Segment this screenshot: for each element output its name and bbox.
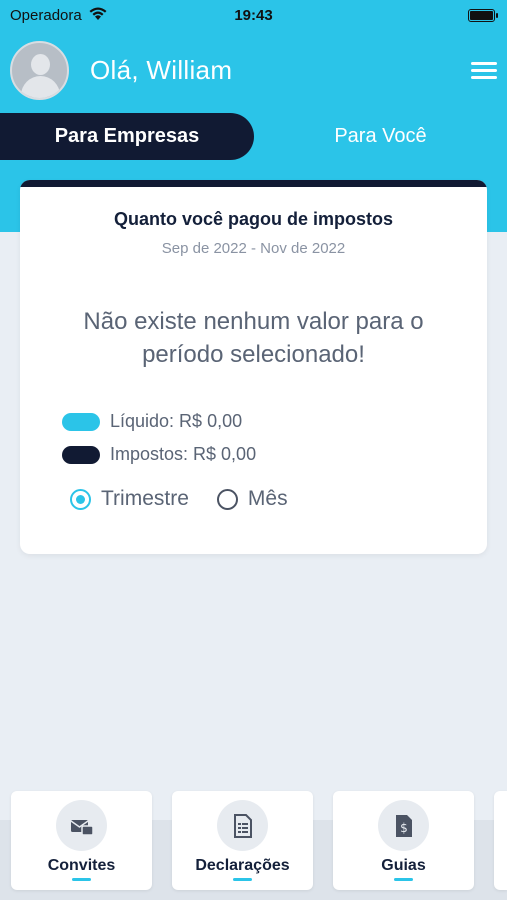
shortcut-label: Guias	[381, 857, 426, 874]
document-icon	[217, 800, 268, 851]
empty-message: Não existe nenhum valor para o período s…	[83, 308, 424, 368]
card-top-bar	[20, 180, 487, 187]
legend-item-liquido: Líquido: R$ 0,00	[62, 405, 487, 438]
radio-checked-icon[interactable]	[70, 488, 91, 510]
shortcut-convites[interactable]: Convites	[11, 791, 152, 890]
shortcut-label: Declarações	[195, 857, 290, 874]
status-left: Operadora	[10, 6, 108, 25]
greeting-text: Olá, William	[90, 54, 233, 85]
legend-label: Impostos: R$ 0,00	[110, 444, 257, 464]
carrier-label: Operadora	[10, 6, 82, 24]
battery-icon	[468, 8, 498, 22]
legend-swatch-liquido	[62, 412, 100, 431]
legend-label: Líquido: R$ 0,00	[110, 411, 243, 431]
shortcut-guias[interactable]: $ Guias	[333, 791, 474, 890]
payment-slip-icon: $	[378, 800, 429, 851]
user-avatar-icon[interactable]	[10, 40, 69, 100]
invite-icon	[56, 800, 107, 851]
radio-mes[interactable]: Mês	[216, 487, 288, 511]
greeting-row: Olá, William	[10, 40, 497, 100]
shortcut-label: Convites	[47, 857, 116, 874]
shortcut-underline	[72, 878, 91, 881]
radio-label[interactable]: Trimestre	[101, 487, 189, 511]
menu-line	[471, 61, 497, 65]
period-selector: Trimestre Mês	[20, 487, 487, 511]
date-range: Sep de 2022 - Nov de 2022	[161, 240, 346, 257]
shortcut-declaracoes[interactable]: Declarações	[172, 791, 313, 890]
tab-para-voce[interactable]: Para Você	[254, 113, 507, 160]
battery-fill	[470, 10, 493, 20]
avatar-head	[31, 53, 50, 75]
shortcut-underline	[394, 878, 413, 881]
svg-text:$: $	[400, 821, 408, 835]
wifi-icon	[88, 6, 108, 25]
shortcut-underline	[233, 878, 252, 881]
shortcut-partial[interactable]	[494, 791, 507, 890]
radio-label[interactable]: Mês	[248, 487, 288, 511]
hamburger-menu-icon[interactable]	[471, 59, 497, 81]
status-bar: Operadora 19:43	[0, 0, 507, 30]
taxes-card: Quanto você pagou de impostos Sep de 202…	[20, 180, 487, 554]
avatar-body	[21, 75, 60, 98]
menu-line	[471, 68, 497, 72]
card-title: Quanto você pagou de impostos	[113, 209, 394, 229]
radio-unchecked-icon[interactable]	[216, 488, 238, 510]
menu-line	[471, 75, 497, 79]
legend-item-impostos: Impostos: R$ 0,00	[62, 438, 487, 471]
tab-para-empresas[interactable]: Para Empresas	[0, 113, 254, 160]
radio-trimestre[interactable]: Trimestre	[70, 487, 189, 511]
legend: Líquido: R$ 0,00 Impostos: R$ 0,00	[20, 405, 487, 471]
legend-swatch-impostos	[62, 445, 100, 464]
